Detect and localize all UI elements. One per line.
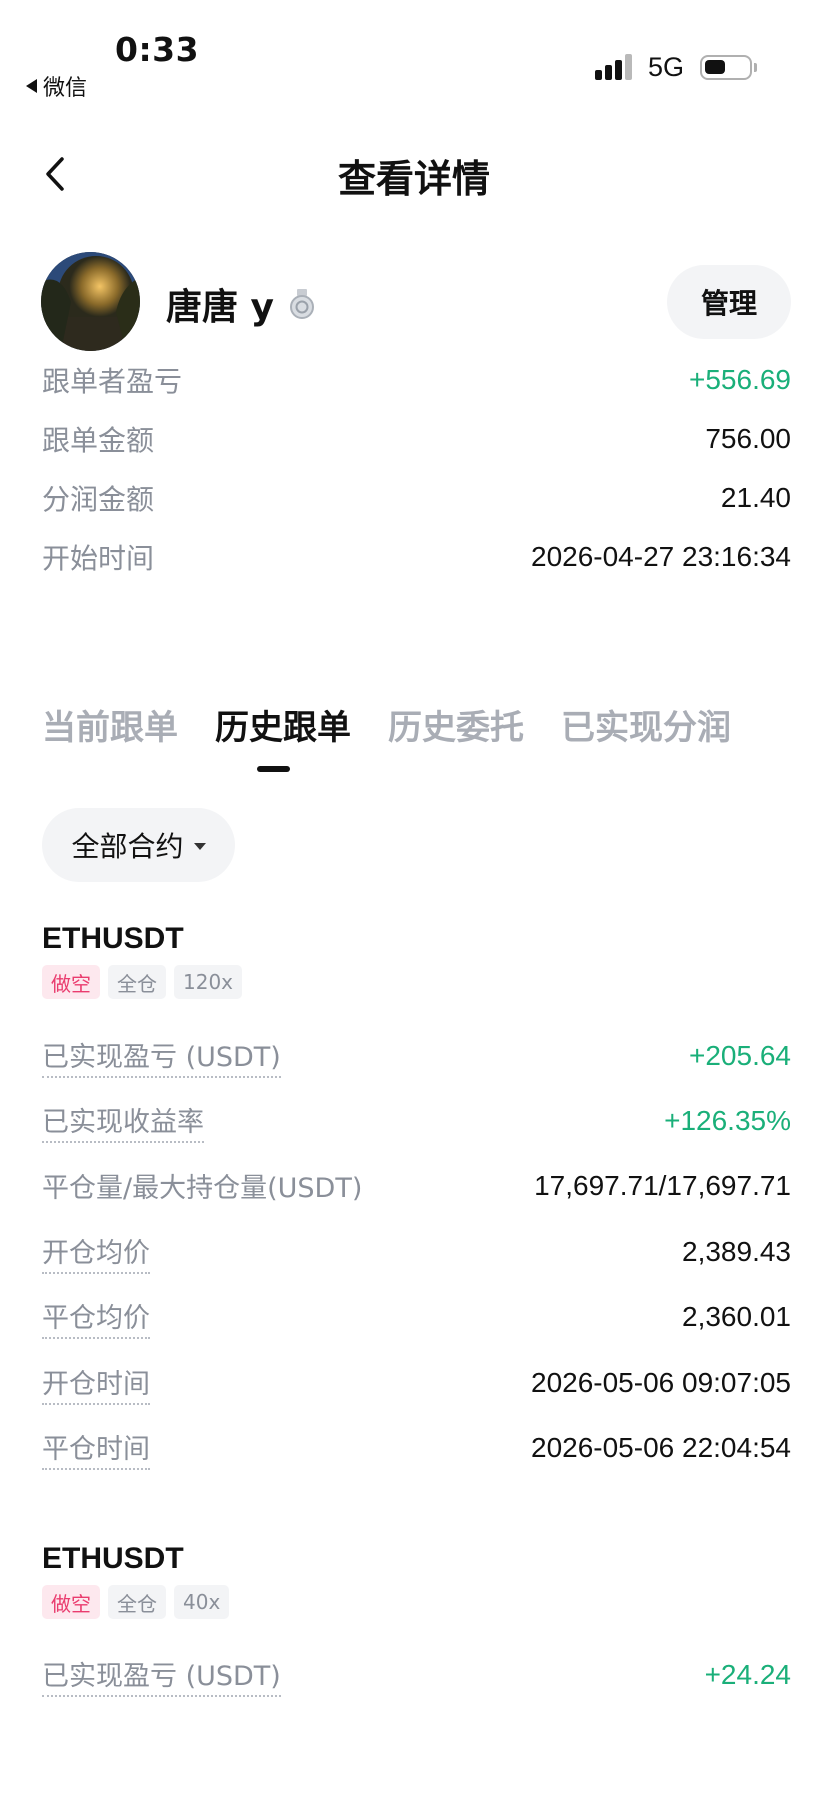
detail-row-open-time: 开仓时间 2026-05-06 09:07:05 [42, 1360, 791, 1406]
caret-down-icon [193, 843, 206, 850]
network-type: 5G [648, 52, 685, 82]
detail-label: 平仓量/最大持仓量(USDT) [42, 1172, 363, 1204]
summary-row-follow-amount: 跟单金额 756.00 [42, 416, 791, 462]
manage-button[interactable]: 管理 [667, 265, 791, 339]
detail-label[interactable]: 已实现盈亏 (USDT) [42, 1035, 281, 1078]
position-symbol: ETHUSDT [42, 922, 184, 955]
detail-value: 17,697.71/17,697.71 [534, 1170, 791, 1201]
summary-value: 21.40 [720, 482, 791, 513]
detail-row-close-price: 平仓均价 2,360.01 [42, 1294, 791, 1340]
tag-leverage: 120x [174, 965, 243, 999]
detail-label[interactable]: 开仓时间 [42, 1362, 150, 1405]
detail-label[interactable]: 平仓均价 [42, 1296, 150, 1339]
detail-value: 2,360.01 [682, 1301, 791, 1332]
detail-row-close-volume: 平仓量/最大持仓量(USDT) 17,697.71/17,697.71 [42, 1163, 791, 1209]
silver-medal-icon [290, 289, 315, 319]
active-tab-indicator [257, 766, 290, 772]
tag-margin-mode: 全仓 [108, 965, 166, 999]
battery-icon [700, 55, 757, 80]
tab-bar: 当前跟单 历史跟单 历史委托 已实现分润 [42, 700, 768, 749]
summary-label: 分润金额 [42, 483, 155, 516]
tab-realized-profit-share[interactable]: 已实现分润 [561, 700, 731, 749]
summary-label: 开始时间 [42, 542, 155, 575]
summary-label: 跟单金额 [42, 424, 155, 457]
back-triangle-icon [26, 79, 37, 93]
position-tags: 做空 全仓 120x [42, 965, 243, 999]
summary-row-start-time: 开始时间 2026-04-27 23:16:34 [42, 534, 791, 580]
detail-row-realized-pnl: 已实现盈亏 (USDT) +205.64 [42, 1033, 791, 1079]
tag-leverage: 40x [174, 1585, 230, 1619]
tab-history-orders[interactable]: 历史委托 [388, 700, 524, 749]
detail-label[interactable]: 已实现收益率 [42, 1100, 204, 1143]
back-to-app-link[interactable]: 微信 [26, 70, 87, 102]
detail-row-close-time: 平仓时间 2026-05-06 22:04:54 [42, 1425, 791, 1471]
summary-value: 2026-04-27 23:16:34 [531, 541, 791, 572]
tag-margin-mode: 全仓 [108, 1585, 166, 1619]
signal-icon [595, 54, 633, 80]
profile-name: 唐唐 y [166, 287, 275, 328]
detail-value: 2026-05-06 22:04:54 [531, 1432, 791, 1463]
status-time: 0:33 [115, 30, 200, 69]
summary-label: 跟单者盈亏 [42, 365, 183, 398]
avatar[interactable] [41, 252, 140, 351]
nav-bar: 查看详情 [0, 140, 828, 210]
summary-row-follower-pnl: 跟单者盈亏 +556.69 [42, 357, 791, 403]
detail-label[interactable]: 开仓均价 [42, 1231, 150, 1274]
summary-value: 756.00 [705, 423, 791, 454]
tab-current-follow[interactable]: 当前跟单 [42, 700, 178, 749]
detail-row-open-price: 开仓均价 2,389.43 [42, 1229, 791, 1275]
detail-row-realized-pnl: 已实现盈亏 (USDT) +24.24 [42, 1652, 791, 1698]
detail-row-realized-return: 已实现收益率 +126.35% [42, 1098, 791, 1144]
summary-value: +556.69 [689, 364, 791, 395]
tag-direction: 做空 [42, 965, 100, 999]
profile-name-group: 唐唐 y [166, 278, 316, 330]
contract-filter-dropdown[interactable]: 全部合约 [42, 808, 235, 882]
filter-label: 全部合约 [71, 830, 184, 863]
summary-row-profit-share: 分润金额 21.40 [42, 475, 791, 521]
status-bar: 0:33 微信 5G [0, 0, 828, 110]
position-symbol: ETHUSDT [42, 1542, 184, 1575]
detail-value: 2,389.43 [682, 1236, 791, 1267]
tag-direction: 做空 [42, 1585, 100, 1619]
detail-label[interactable]: 平仓时间 [42, 1427, 150, 1470]
back-app-label: 微信 [43, 76, 88, 101]
position-tags: 做空 全仓 40x [42, 1585, 230, 1619]
detail-value: +24.24 [704, 1659, 791, 1690]
detail-label[interactable]: 已实现盈亏 (USDT) [42, 1654, 281, 1697]
tab-history-follow[interactable]: 历史跟单 [215, 700, 351, 749]
detail-value: +205.64 [689, 1040, 791, 1071]
detail-value: 2026-05-06 09:07:05 [531, 1367, 791, 1398]
page-title: 查看详情 [337, 157, 490, 201]
detail-value: +126.35% [664, 1105, 791, 1136]
